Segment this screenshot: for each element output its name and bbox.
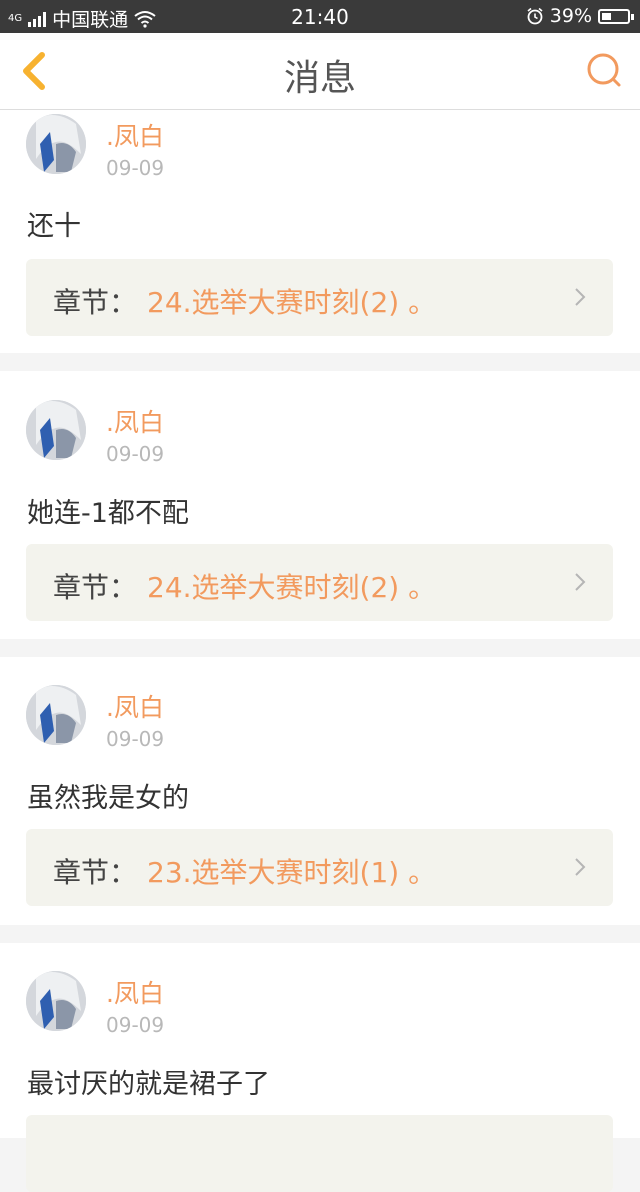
message-text: 她连-1都不配 [27, 498, 189, 529]
avatar[interactable] [26, 971, 86, 1031]
alarm-icon [527, 7, 543, 25]
message-card: .凤白 09-09 还十 章节： 24.选举大赛时刻(2) 。 [0, 110, 640, 353]
chapter-label: 章节： [53, 571, 138, 604]
battery-fill [602, 12, 612, 20]
status-bar: 4G 中国联通 21:40 39% [0, 0, 640, 33]
status-right: 39% [526, 5, 634, 27]
user-name[interactable]: .凤白 [106, 688, 164, 724]
message-date: 09-09 [106, 727, 165, 751]
message-date: 09-09 [106, 442, 165, 466]
avatar[interactable] [26, 685, 86, 745]
avatar[interactable] [26, 114, 86, 174]
message-text: 最讨厌的就是裙子了 [27, 1069, 270, 1100]
chapter-link[interactable]: 章节： 24.选举大赛时刻(2) 。 [26, 259, 613, 336]
battery-percent: 39% [549, 5, 592, 27]
chapter-title: 23.选举大赛时刻(1) 。 [147, 856, 437, 889]
user-name[interactable]: .凤白 [106, 403, 164, 439]
message-text: 还十 [27, 211, 81, 242]
battery-icon [598, 8, 634, 24]
avatar[interactable] [26, 400, 86, 460]
message-card: .凤白 09-09 她连-1都不配 章节： 24.选举大赛时刻(2) 。 [0, 371, 640, 639]
nav-bar: 消息 [0, 33, 640, 110]
message-text: 虽然我是女的 [27, 783, 189, 814]
message-date: 09-09 [106, 156, 165, 180]
message-card: .凤白 09-09 最讨厌的就是裙子了 [0, 943, 640, 1192]
chapter-label: 章节： [53, 286, 138, 319]
chapter-title: 24.选举大赛时刻(2) 。 [147, 286, 437, 319]
chevron-right-icon [575, 573, 586, 591]
message-card: .凤白 09-09 虽然我是女的 章节： 23.选举大赛时刻(1) 。 [0, 657, 640, 925]
chapter-link[interactable]: 章节： 24.选举大赛时刻(2) 。 [26, 544, 613, 621]
message-date: 09-09 [106, 1013, 165, 1037]
chapter-link[interactable] [26, 1115, 613, 1192]
page-title: 消息 [283, 58, 356, 99]
chevron-right-icon [575, 288, 586, 306]
chevron-right-icon [575, 858, 586, 876]
user-name[interactable]: .凤白 [106, 117, 164, 153]
search-icon[interactable] [584, 51, 624, 91]
user-name[interactable]: .凤白 [106, 974, 164, 1010]
chapter-label: 章节： [53, 856, 138, 889]
chapter-link[interactable]: 章节： 23.选举大赛时刻(1) 。 [26, 829, 613, 906]
chapter-title: 24.选举大赛时刻(2) 。 [147, 571, 437, 604]
